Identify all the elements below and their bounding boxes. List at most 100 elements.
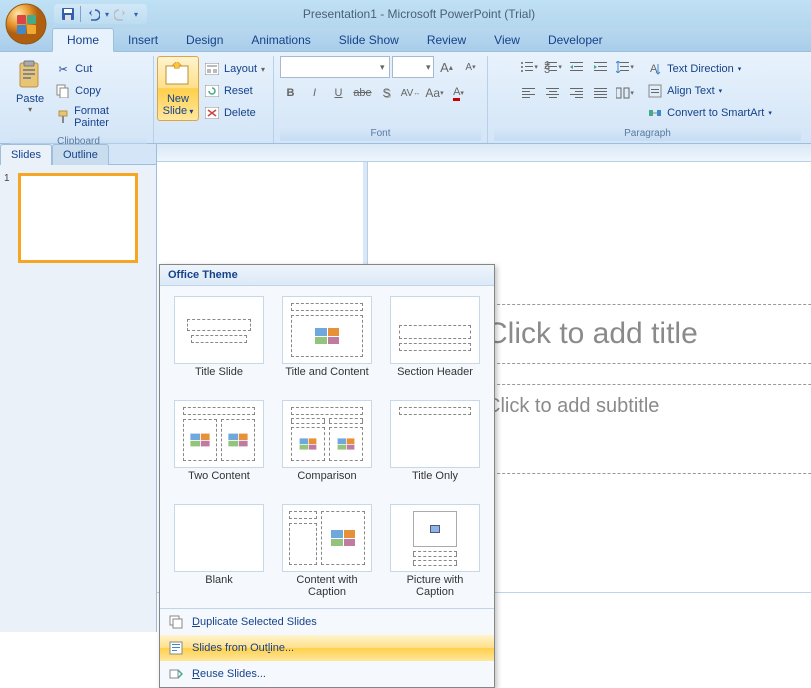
align-right-button[interactable] bbox=[566, 82, 588, 104]
smartart-icon bbox=[647, 105, 663, 121]
font-size-select[interactable]: ▾ bbox=[392, 56, 434, 78]
title-placeholder[interactable]: Click to add title bbox=[467, 304, 811, 364]
new-slide-button[interactable]: New Slide bbox=[157, 56, 199, 121]
layout-title-content[interactable]: Title and Content bbox=[278, 294, 376, 392]
align-text-icon bbox=[647, 83, 663, 99]
quick-access-toolbar: ▾ ▾ bbox=[54, 4, 147, 24]
layout-comparison[interactable]: Comparison bbox=[278, 398, 376, 496]
text-direction-icon: A bbox=[647, 61, 663, 77]
group-label-paragraph: Paragraph bbox=[494, 126, 801, 141]
tab-developer[interactable]: Developer bbox=[534, 29, 617, 51]
ribbon-tabs: Home Insert Design Animations Slide Show… bbox=[0, 28, 811, 52]
new-slide-icon bbox=[162, 59, 194, 91]
window-title: Presentation1 - Microsoft PowerPoint (Tr… bbox=[147, 7, 691, 21]
shrink-font-button[interactable]: A▾ bbox=[460, 56, 482, 78]
panel-tab-outline[interactable]: Outline bbox=[52, 144, 109, 165]
slides-panel: Slides Outline 1 bbox=[0, 144, 157, 632]
delete-icon bbox=[204, 105, 220, 121]
convert-smartart-button[interactable]: Convert to SmartArt ▾ bbox=[642, 102, 777, 124]
increase-indent-button[interactable] bbox=[590, 56, 612, 78]
thumbnail-item[interactable]: 1 bbox=[4, 173, 152, 263]
dropdown-header: Office Theme bbox=[160, 265, 494, 286]
content-area: Slides Outline 1 Click to add title Clic… bbox=[0, 144, 811, 632]
tab-review[interactable]: Review bbox=[413, 29, 480, 51]
reset-icon bbox=[204, 83, 220, 99]
tab-design[interactable]: Design bbox=[172, 29, 237, 51]
ribbon: Paste ▾ ✂Cut Copy Format Painter Clipboa… bbox=[0, 52, 811, 144]
brush-icon bbox=[55, 109, 70, 125]
panel-tab-slides[interactable]: Slides bbox=[0, 144, 52, 165]
layout-button[interactable]: Layout ▾ bbox=[199, 58, 270, 80]
bold-button[interactable]: B bbox=[280, 82, 302, 104]
cmd-duplicate-slides[interactable]: Duplicate Selected Slides bbox=[160, 609, 494, 635]
tab-insert[interactable]: Insert bbox=[114, 29, 172, 51]
group-clipboard: Paste ▾ ✂Cut Copy Format Painter Clipboa… bbox=[4, 56, 154, 143]
shadow-button[interactable]: S bbox=[376, 82, 398, 104]
reuse-icon bbox=[168, 666, 184, 682]
layout-picture-caption[interactable]: Picture with Caption bbox=[386, 502, 484, 600]
tab-slide-show[interactable]: Slide Show bbox=[325, 29, 413, 51]
tab-home[interactable]: Home bbox=[52, 28, 114, 52]
subtitle-placeholder[interactable]: Click to add subtitle bbox=[467, 384, 811, 474]
scissors-icon: ✂ bbox=[55, 61, 71, 77]
align-left-button[interactable] bbox=[518, 82, 540, 104]
format-painter-button[interactable]: Format Painter bbox=[50, 102, 147, 132]
font-color-button[interactable]: A▾ bbox=[448, 82, 470, 104]
layout-section-header[interactable]: Section Header bbox=[386, 294, 484, 392]
panel-tabs: Slides Outline bbox=[0, 144, 156, 165]
grow-font-button[interactable]: A▴ bbox=[436, 56, 458, 78]
layout-blank[interactable]: Blank bbox=[170, 502, 268, 600]
new-slide-dropdown: Office Theme Title Slide Title and Conte… bbox=[159, 264, 495, 688]
undo-icon[interactable] bbox=[85, 6, 101, 22]
justify-button[interactable] bbox=[590, 82, 612, 104]
delete-button[interactable]: Delete bbox=[199, 102, 270, 124]
group-font: ▾ ▾ A▴ A▾ B I U abe S AV↔ Aa▾ A▾ Font bbox=[274, 56, 488, 143]
qat-menu-icon[interactable]: ▾ bbox=[131, 6, 141, 22]
redo-icon[interactable] bbox=[113, 6, 129, 22]
office-button[interactable] bbox=[4, 2, 48, 46]
line-spacing-button[interactable]: ▾ bbox=[614, 56, 636, 78]
tab-view[interactable]: View bbox=[480, 29, 534, 51]
align-center-button[interactable] bbox=[542, 82, 564, 104]
font-family-select[interactable]: ▾ bbox=[280, 56, 390, 78]
copy-button[interactable]: Copy bbox=[50, 80, 147, 102]
thumbnail-preview[interactable] bbox=[18, 173, 138, 263]
duplicate-icon bbox=[168, 614, 184, 630]
italic-button[interactable]: I bbox=[304, 82, 326, 104]
svg-text:3: 3 bbox=[544, 64, 550, 73]
char-spacing-button[interactable]: AV↔ bbox=[400, 82, 422, 104]
underline-button[interactable]: U bbox=[328, 82, 350, 104]
title-bar: ▾ ▾ Presentation1 - Microsoft PowerPoint… bbox=[0, 0, 811, 28]
cmd-reuse-slides[interactable]: Reuse Slides... bbox=[160, 661, 494, 687]
layout-content-caption[interactable]: Content with Caption bbox=[278, 502, 376, 600]
layout-two-content[interactable]: Two Content bbox=[170, 398, 268, 496]
columns-button[interactable]: ▾ bbox=[614, 82, 636, 104]
change-case-button[interactable]: Aa▾ bbox=[424, 82, 446, 104]
paste-label: Paste bbox=[16, 93, 44, 105]
save-icon[interactable] bbox=[60, 6, 76, 22]
outline-icon bbox=[168, 640, 184, 656]
group-slides: New Slide Layout ▾ Reset Delete Slides bbox=[154, 56, 274, 143]
layout-icon bbox=[204, 61, 220, 77]
cmd-slides-from-outline[interactable]: Slides from Outline... bbox=[160, 635, 494, 661]
layout-title-slide[interactable]: Title Slide bbox=[170, 294, 268, 392]
layout-title-only[interactable]: Title Only bbox=[386, 398, 484, 496]
undo-dropdown-icon[interactable]: ▾ bbox=[103, 6, 111, 22]
copy-icon bbox=[55, 83, 71, 99]
clipboard-icon bbox=[14, 59, 46, 91]
text-direction-button[interactable]: AText Direction ▾ bbox=[642, 58, 777, 80]
reset-button[interactable]: Reset bbox=[199, 80, 270, 102]
new-slide-label: New Slide bbox=[163, 93, 194, 118]
bullets-button[interactable]: ▾ bbox=[518, 56, 540, 78]
group-label-font: Font bbox=[280, 126, 481, 141]
strikethrough-button[interactable]: abe bbox=[352, 82, 374, 104]
layout-gallery: Title Slide Title and Content Section He… bbox=[160, 286, 494, 608]
cut-button[interactable]: ✂Cut bbox=[50, 58, 147, 80]
paste-button[interactable]: Paste ▾ bbox=[10, 56, 50, 117]
decrease-indent-button[interactable] bbox=[566, 56, 588, 78]
tab-animations[interactable]: Animations bbox=[237, 29, 324, 51]
align-text-button[interactable]: Align Text ▾ bbox=[642, 80, 777, 102]
dropdown-footer: Duplicate Selected Slides Slides from Ou… bbox=[160, 608, 494, 687]
thumbnail-list: 1 bbox=[0, 165, 156, 632]
numbering-button[interactable]: 123▾ bbox=[542, 56, 564, 78]
